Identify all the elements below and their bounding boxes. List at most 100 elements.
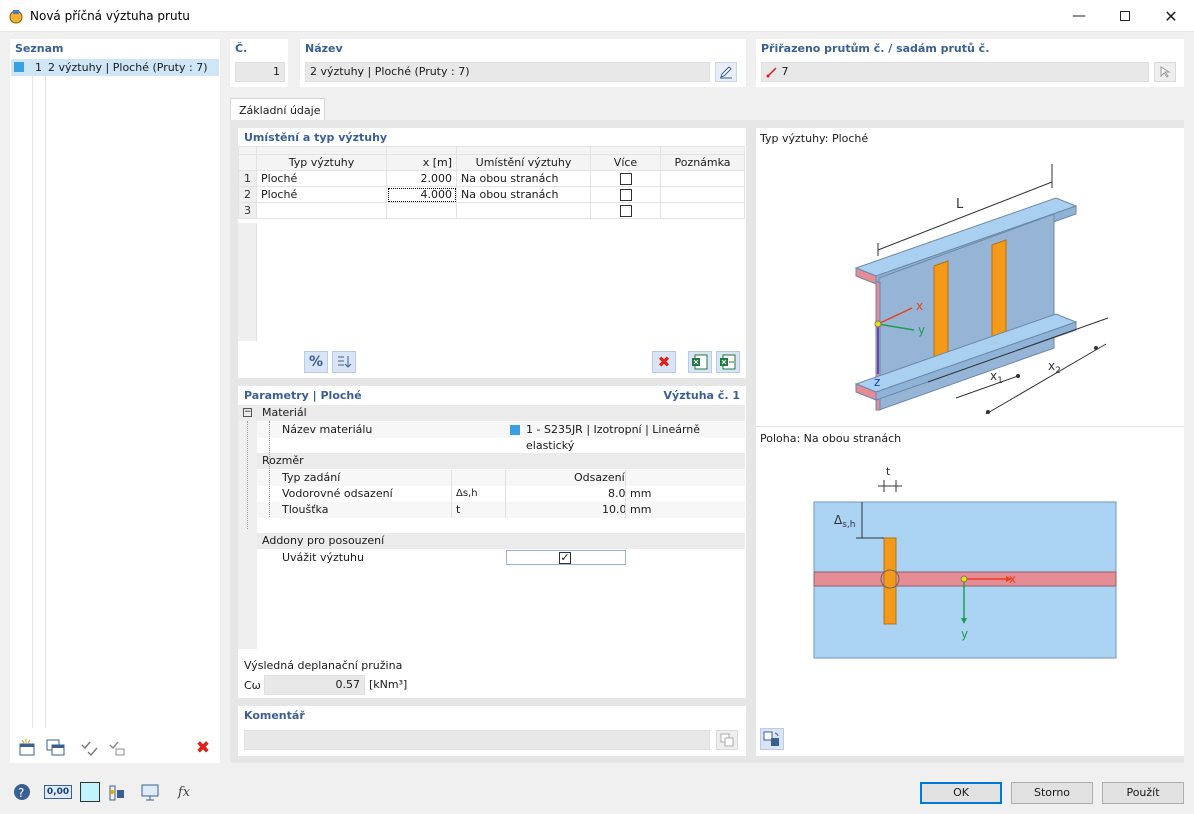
cell-x[interactable]: 2.000	[386, 170, 457, 187]
comment-panel: Komentář	[238, 706, 746, 756]
close-button[interactable]: ✕	[1148, 0, 1194, 32]
model-view-button[interactable]	[104, 781, 128, 803]
cell-type[interactable]: Ploché	[256, 170, 387, 187]
thickness-dim-label: t	[886, 465, 891, 478]
import-excel-button[interactable]	[716, 351, 740, 373]
cell-x[interactable]	[386, 202, 457, 219]
display-settings-button[interactable]	[138, 781, 162, 803]
percent-button[interactable]: %	[304, 351, 328, 373]
name-field[interactable]: 2 výztuhy | Ploché (Pruty : 7)	[305, 62, 710, 82]
app-icon	[9, 10, 23, 24]
row-header-strip	[238, 223, 257, 341]
sort-icon	[338, 356, 352, 368]
switch-view-icon	[763, 731, 779, 746]
cancel-button[interactable]: Storno	[1011, 782, 1093, 804]
material-color-icon	[510, 425, 520, 435]
list-divider	[32, 76, 33, 728]
delete-item-button[interactable]: ✖	[191, 737, 215, 759]
formula-button[interactable]: fx	[172, 781, 196, 803]
cell-placement[interactable]	[456, 202, 591, 219]
model-icon	[109, 785, 124, 801]
help-button[interactable]: ?	[10, 781, 34, 803]
edit-name-button[interactable]	[715, 62, 737, 82]
table-row[interactable]: 3	[238, 202, 745, 219]
parameters-header: Parametry | Ploché	[244, 389, 362, 402]
parameters-panel: Parametry | Ploché Výztuha č. 1 − Materi…	[238, 386, 746, 698]
thickness-value[interactable]: 10.0	[602, 502, 627, 518]
more-checkbox[interactable]	[619, 173, 632, 185]
row-number: 2	[238, 186, 257, 203]
sort-button[interactable]	[332, 351, 356, 373]
comment-copy-button[interactable]	[716, 730, 738, 750]
cell-more[interactable]	[590, 170, 661, 187]
cell-type[interactable]	[256, 202, 387, 219]
delete-row-button[interactable]: ✖	[652, 351, 676, 373]
input-type-value: Odsazení	[574, 471, 625, 484]
assigned-field[interactable]: 7	[761, 62, 1149, 82]
svg-text:x1: x1	[990, 369, 1003, 386]
x-axis-label: x	[916, 299, 923, 313]
cell-type[interactable]: Ploché	[256, 186, 387, 203]
column-divider	[451, 470, 452, 518]
new-item-button[interactable]	[16, 737, 40, 759]
collapse-icon[interactable]: −	[243, 408, 252, 417]
tree-line	[269, 421, 270, 517]
tab-basic-data[interactable]: Základní údaje	[230, 98, 325, 121]
h-offset-value[interactable]: 8.0	[608, 486, 626, 502]
input-type-row[interactable]: Typ zadání Odsazení	[238, 470, 745, 486]
material-group[interactable]: − Materiál	[238, 405, 745, 421]
placement-header: Umístění a typ výztuhy	[244, 131, 388, 144]
thickness-unit: mm	[630, 503, 652, 516]
h-offset-row[interactable]: Vodorovné odsazení Δs,h 8.0 mm	[238, 486, 745, 502]
table-row[interactable]: 1 Ploché 2.000 Na obou stranách	[238, 170, 745, 187]
stiffener-type-label: Typ výztuhy: Ploché	[760, 132, 869, 145]
number-label: Č.	[235, 42, 248, 55]
more-checkbox[interactable]	[619, 205, 632, 217]
units-button[interactable]: 0,00	[43, 781, 73, 803]
number-field[interactable]: 1	[235, 62, 285, 82]
ds-dim-subscript: s,h	[842, 520, 855, 530]
material-name-row[interactable]: Název materiálu 1 - S235JR | Izotropní |…	[238, 422, 745, 452]
input-type-label: Typ zadání	[282, 471, 341, 484]
list-header: Seznam	[15, 42, 64, 55]
consider-checkbox[interactable]: ✓	[559, 552, 571, 564]
cell-more[interactable]	[590, 186, 661, 203]
maximize-button[interactable]	[1102, 0, 1148, 32]
more-checkbox[interactable]	[619, 189, 632, 201]
cell-placement[interactable]: Na obou stranách	[456, 170, 591, 187]
switch-view-button[interactable]	[760, 728, 784, 750]
color-button[interactable]	[80, 782, 100, 802]
consider-cell[interactable]: ✓	[506, 550, 626, 565]
isometric-beam-diagram: L x1 x2 x y z	[854, 164, 1109, 415]
thickness-row[interactable]: Tloušťka t 10.0 mm	[238, 502, 745, 518]
color-swatch-icon	[14, 62, 24, 72]
cell-note[interactable]	[660, 170, 745, 187]
comment-input[interactable]	[244, 730, 710, 750]
window-title: Nová příčná výztuha prutu	[30, 9, 190, 23]
cell-more[interactable]	[590, 202, 661, 219]
table-row[interactable]: 2 Ploché 4.000 Na obou stranách	[238, 186, 745, 203]
apply-button[interactable]: Použít	[1102, 782, 1184, 804]
minimize-button[interactable]: —	[1056, 0, 1102, 32]
tree-line	[247, 421, 248, 529]
help-icon: ?	[14, 784, 30, 800]
h-offset-label: Vodorovné odsazení	[282, 487, 393, 500]
x2-label: x	[1048, 359, 1055, 373]
pick-cursor-icon	[1160, 66, 1171, 78]
check-all-button[interactable]	[78, 737, 102, 759]
cell-note[interactable]	[660, 186, 745, 203]
pick-members-button[interactable]	[1154, 62, 1176, 82]
row-number: 3	[238, 202, 257, 219]
consider-row[interactable]: Uvážit výztuhu ✓	[238, 550, 745, 566]
dimension-group[interactable]: − Rozměr	[238, 453, 745, 469]
cell-placement[interactable]: Na obou stranách	[456, 186, 591, 203]
export-excel-button[interactable]	[688, 351, 712, 373]
percent-icon: %	[308, 354, 324, 370]
list-item[interactable]: 1 2 výztuhy | Ploché (Pruty : 7)	[11, 59, 219, 76]
cell-x[interactable]: 4.000	[386, 186, 457, 203]
uncheck-all-button[interactable]	[106, 737, 130, 759]
addons-group[interactable]: − Addony pro posouzení	[238, 533, 745, 549]
ok-button[interactable]: OK	[920, 782, 1002, 804]
cell-note[interactable]	[660, 202, 745, 219]
copy-item-button[interactable]	[44, 737, 68, 759]
